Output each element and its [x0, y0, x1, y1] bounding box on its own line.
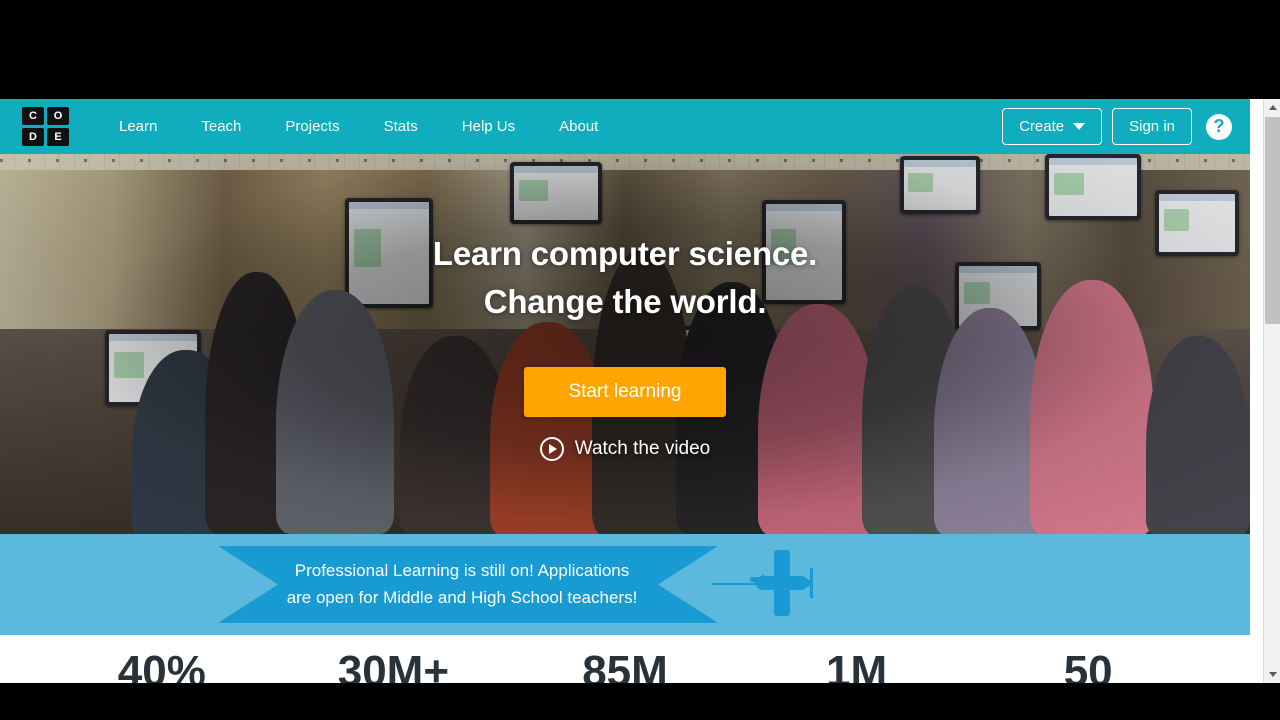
primary-nav-links: Learn Teach Projects Stats Help Us About	[97, 110, 620, 143]
code-org-logo[interactable]: C O D E	[22, 107, 69, 146]
stat-item: 85M projects created by students	[540, 647, 710, 683]
promo-banner-pennant: Professional Learning is still on! Appli…	[218, 546, 718, 623]
stats-section: 40% of all US students have Code.org acc…	[0, 635, 1250, 683]
top-navigation-bar: C O D E Learn Teach Projects Stats Help …	[0, 99, 1250, 154]
triangle-up-icon	[1268, 105, 1277, 110]
nav-link-teach[interactable]: Teach	[179, 110, 263, 143]
hero-section: Learn computer science. Change the world…	[0, 154, 1250, 534]
vertical-scrollbar[interactable]	[1263, 99, 1280, 683]
sign-in-button[interactable]: Sign in	[1112, 108, 1192, 145]
triangle-down-icon	[1268, 672, 1277, 677]
watch-video-link[interactable]: Watch the video	[539, 436, 711, 461]
promo-banner-line-1: Professional Learning is still on! Appli…	[294, 561, 630, 581]
chevron-down-icon	[1073, 123, 1086, 130]
nav-link-about[interactable]: About	[537, 110, 620, 143]
nav-link-projects[interactable]: Projects	[263, 110, 361, 143]
scroll-up-button[interactable]	[1264, 99, 1280, 116]
screen: C O D E Learn Teach Projects Stats Help …	[0, 0, 1280, 720]
hero-content: Learn computer science. Change the world…	[0, 154, 1250, 534]
stat-item: 30M+ students have tried Hour of Code	[308, 647, 478, 683]
hero-headline-line-2: Change the world.	[483, 282, 767, 320]
stat-number: 40%	[117, 647, 206, 683]
stat-item: 50 states with Code.org courses	[1003, 647, 1173, 683]
scrollbar-thumb[interactable]	[1265, 117, 1280, 324]
page-content: C O D E Learn Teach Projects Stats Help …	[0, 99, 1250, 683]
nav-actions: Create Sign in ?	[1002, 108, 1250, 145]
create-button-label: Create	[1019, 118, 1065, 135]
stat-number: 1M	[826, 647, 888, 683]
airplane-icon	[750, 550, 813, 616]
stat-number: 50	[1063, 647, 1113, 683]
logo-letter-d: D	[22, 128, 44, 146]
nav-link-help-us[interactable]: Help Us	[440, 110, 537, 143]
watch-video-label: Watch the video	[574, 437, 711, 459]
nav-link-stats[interactable]: Stats	[362, 110, 440, 143]
logo-letter-o: O	[47, 107, 69, 125]
stat-number: 30M+	[337, 647, 450, 683]
hero-headline-line-1: Learn computer science.	[432, 235, 818, 272]
stat-number: 85M	[582, 647, 668, 683]
browser-viewport: C O D E Learn Teach Projects Stats Help …	[0, 99, 1263, 683]
logo-letter-e: E	[47, 128, 69, 146]
create-button[interactable]: Create	[1002, 108, 1103, 145]
stat-item: 1M teachers use Code.org	[772, 647, 942, 683]
help-icon[interactable]: ?	[1206, 113, 1232, 140]
scroll-down-button[interactable]	[1264, 666, 1280, 683]
stat-item: 40% of all US students have Code.org acc…	[77, 647, 247, 683]
logo-letter-c: C	[22, 107, 44, 125]
nav-link-learn[interactable]: Learn	[97, 110, 179, 143]
promo-banner-line-2: are open for Middle and High School teac…	[286, 587, 638, 607]
sign-in-button-label: Sign in	[1129, 118, 1175, 135]
start-learning-button[interactable]: Start learning	[524, 366, 726, 417]
play-icon	[539, 436, 564, 461]
promo-banner-section: Professional Learning is still on! Appli…	[0, 534, 1250, 635]
